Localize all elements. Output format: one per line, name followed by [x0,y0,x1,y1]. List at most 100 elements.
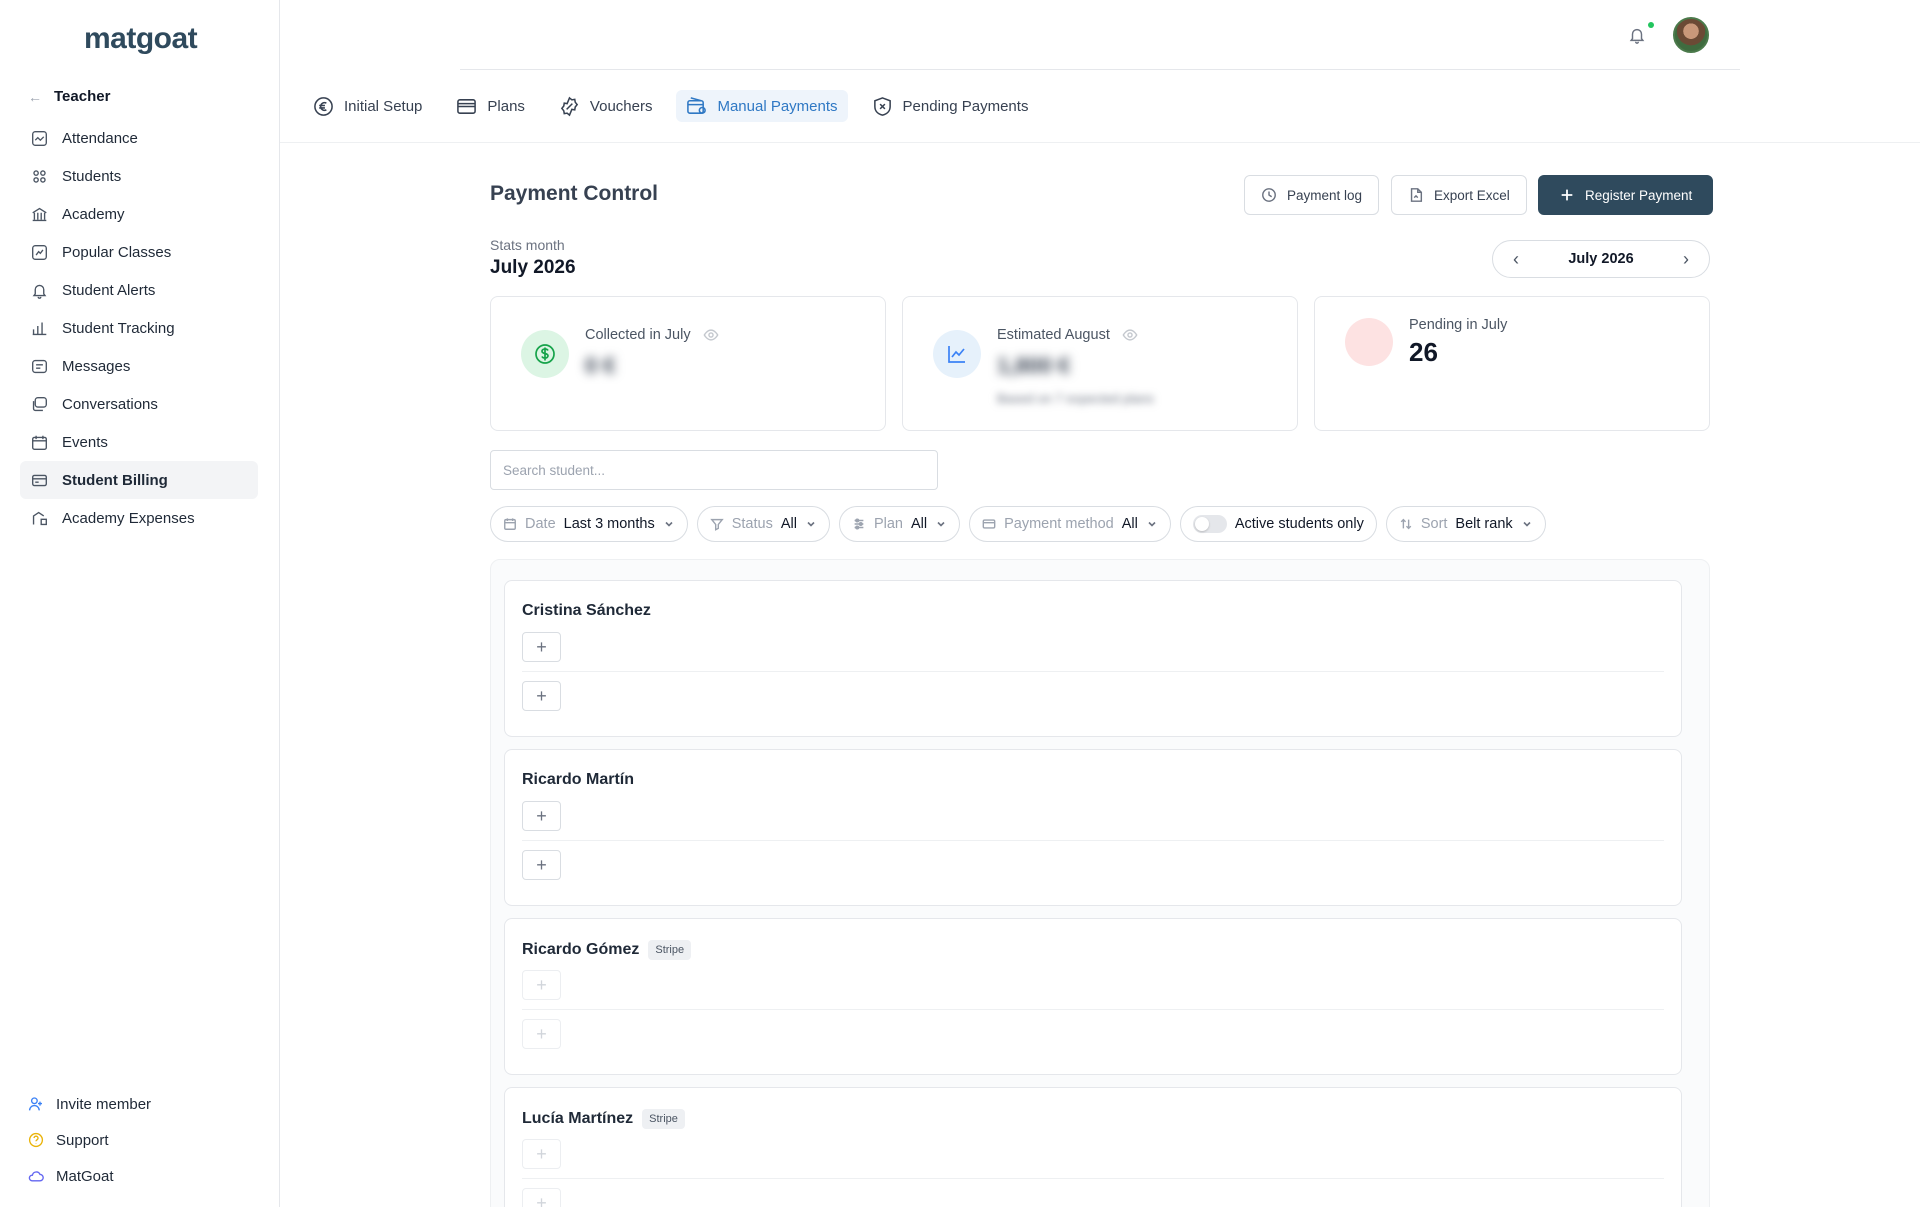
add-payment-button[interactable]: + [522,1139,561,1169]
toggle-switch[interactable] [1192,515,1227,533]
expenses-icon [30,509,48,527]
sidebar-item-student-billing[interactable]: Student Billing [20,461,258,499]
add-payment-button[interactable]: + [522,1188,561,1207]
trend-chart-icon [933,330,981,378]
sidebar-item-student-alerts[interactable]: Student Alerts [20,271,258,309]
export-excel-button[interactable]: Export Excel [1391,175,1527,215]
notification-dot [1648,22,1654,28]
bell-icon [30,281,48,299]
pending-indicator-icon [1345,318,1393,366]
collected-label-text: Collected in July [585,327,691,343]
sort-filter[interactable]: Sort Belt rank [1385,506,1546,542]
tab-vouchers[interactable]: Vouchers [549,90,663,122]
add-payment-button[interactable]: + [522,681,561,711]
payment-method-filter-label: Payment method [1004,516,1114,532]
app-logo[interactable]: matgoat [84,22,198,56]
sidebar-item-attendance[interactable]: Attendance [20,119,258,157]
add-payment-button[interactable]: + [522,632,561,662]
chevron-down-icon [937,521,945,527]
student-payments-list: Cristina Sánchez + + Ricardo Martín + + … [490,559,1710,1207]
sidebar-item-conversations[interactable]: Conversations [20,385,258,423]
attendance-icon [30,129,48,147]
payment-log-label: Payment log [1287,187,1363,203]
add-payment-button[interactable]: + [522,801,561,831]
estimated-card: Estimated August 1,800 € Based on 7 expe… [902,296,1298,431]
clock-icon [1262,188,1276,202]
eye-icon[interactable] [1122,327,1138,343]
estimated-label-text: Estimated August [997,327,1110,343]
user-avatar[interactable] [1673,17,1709,53]
row-divider [522,1009,1664,1010]
active-students-toggle[interactable]: Active students only [1179,506,1377,542]
register-payment-label: Register Payment [1585,187,1693,203]
estimated-subtext: Based on 7 expected plans [997,391,1154,406]
sidebar-item-events[interactable]: Events [20,423,258,461]
chevron-down-icon [1523,521,1531,527]
add-payment-button[interactable]: + [522,1019,561,1049]
export-excel-label: Export Excel [1434,187,1510,203]
sidebar-item-students[interactable]: Students [20,157,258,195]
stats-month-value: July 2026 [490,257,576,278]
sidebar-item-label: Events [62,433,108,451]
student-name: Lucía Martínez [522,1110,634,1127]
search-student-input[interactable] [490,450,938,490]
popular-classes-icon [30,243,48,261]
prev-month-icon[interactable]: ‹ [1503,249,1529,270]
back-to-teacher[interactable]: ← Teacher [28,88,110,105]
date-filter[interactable]: Date Last 3 months [490,506,688,542]
support-label: Support [56,1131,109,1149]
chevron-down-icon [1148,521,1156,527]
sort-filter-value: Belt rank [1455,516,1513,532]
matgoat-label: MatGoat [56,1167,114,1185]
row-divider [522,1178,1664,1179]
sidebar-item-messages[interactable]: Messages [20,347,258,385]
payment-log-button[interactable]: Payment log [1244,175,1380,215]
euro-icon [314,96,333,116]
tab-plans[interactable]: Plans [446,90,535,122]
sidebar-item-popular-classes[interactable]: Popular Classes [20,233,258,271]
next-month-icon[interactable]: › [1673,249,1699,270]
eye-icon[interactable] [703,327,719,343]
invite-member-link[interactable]: Invite member [28,1086,258,1122]
tab-initial-setup[interactable]: Initial Setup [303,90,432,122]
billing-icon [30,471,48,489]
sidebar-item-label: Messages [62,357,131,375]
support-link[interactable]: Support [28,1122,258,1158]
sidebar-item-label: Student Tracking [62,319,175,337]
pending-label: Pending in July [1409,317,1507,333]
tab-label: Vouchers [589,97,653,115]
tab-pending-payments[interactable]: Pending Payments [862,90,1039,122]
sidebar-item-label: Students [62,167,122,185]
conversations-icon [30,395,48,413]
chevron-down-icon [665,521,673,527]
page-title: Payment Control [490,182,659,205]
notifications-bell-icon[interactable] [1628,26,1650,48]
add-payment-button[interactable]: + [522,850,561,880]
file-export-icon [1410,188,1423,202]
plan-filter[interactable]: Plan All [838,506,961,542]
sidebar-item-label: Academy Expenses [62,509,195,527]
add-payment-button[interactable]: + [522,970,561,1000]
sort-filter-label: Sort [1420,516,1448,532]
sidebar-item-academy[interactable]: Academy [20,195,258,233]
back-label: Teacher [54,88,111,105]
tab-manual-payments[interactable]: Manual Payments [676,90,848,122]
month-picker: ‹ July 2026 › [1492,240,1710,278]
help-icon [28,1132,44,1148]
matgoat-link[interactable]: MatGoat [28,1158,258,1194]
plan-filter-value: All [910,516,928,532]
sidebar-item-label: Conversations [62,395,158,413]
sidebar-nav: Attendance Students Academy Popular Clas… [20,119,258,537]
student-name-row: Ricardo Gómez Stripe [522,940,692,960]
sidebar-item-academy-expenses[interactable]: Academy Expenses [20,499,258,537]
sidebar-item-label: Attendance [62,129,138,147]
pending-card: Pending in July 26 [1314,296,1710,431]
register-payment-button[interactable]: Register Payment [1538,175,1714,215]
sidebar-item-label: Popular Classes [62,243,172,261]
payment-method-filter[interactable]: Payment method All [969,506,1171,542]
sidebar-item-student-tracking[interactable]: Student Tracking [20,309,258,347]
month-picker-label[interactable]: July 2026 [1568,251,1633,267]
status-filter[interactable]: Status All [696,506,830,542]
cloud-icon [28,1171,44,1182]
student-card: Cristina Sánchez + + [504,580,1682,737]
